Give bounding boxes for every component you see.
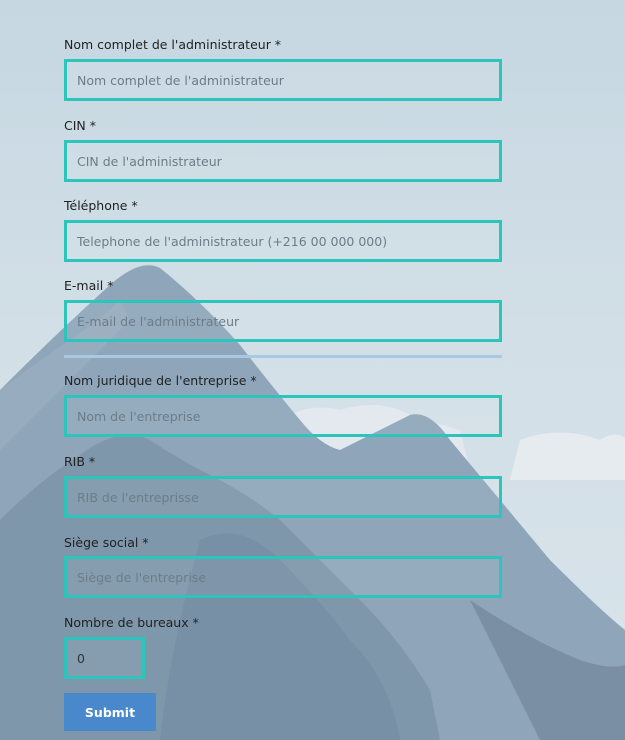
company-name-label: Nom juridique de l'entreprise * (64, 373, 257, 388)
offices-count-input[interactable] (64, 637, 145, 679)
headquarters-label: Siège social * (64, 535, 149, 550)
company-name-input[interactable] (64, 395, 502, 437)
email-input[interactable] (64, 300, 502, 342)
rib-label: RIB * (64, 454, 96, 469)
section-divider (64, 355, 502, 358)
cin-label: CIN * (64, 118, 96, 133)
admin-name-input[interactable] (64, 59, 502, 101)
submit-button[interactable]: Submit (64, 693, 156, 731)
admin-name-label: Nom complet de l'administrateur * (64, 37, 282, 52)
email-label: E-mail * (64, 278, 114, 293)
rib-input[interactable] (64, 476, 502, 518)
phone-input[interactable] (64, 220, 502, 262)
phone-label: Téléphone * (64, 198, 138, 213)
offices-count-label: Nombre de bureaux * (64, 615, 199, 630)
headquarters-input[interactable] (64, 556, 502, 598)
cin-input[interactable] (64, 140, 502, 182)
